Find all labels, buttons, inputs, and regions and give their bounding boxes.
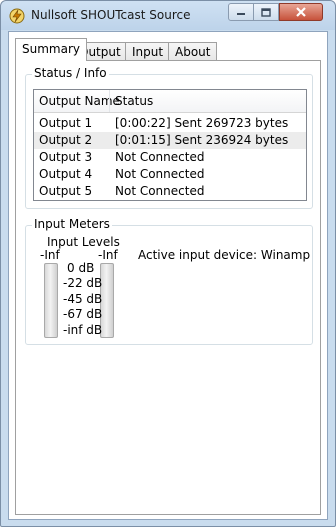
close-button[interactable] (279, 3, 323, 21)
input-meters-label: Input Meters (32, 217, 112, 231)
close-icon (296, 7, 306, 17)
maximize-icon (261, 7, 271, 17)
scale-label: -22 dB (63, 276, 103, 290)
list-header: Output Name Status (34, 90, 306, 113)
dialog-body: Summary Output Input About Status / Info… (8, 31, 328, 520)
output-name-cell: Output 5 (39, 184, 93, 198)
tab-input[interactable]: Input (125, 42, 171, 61)
output-name-cell: Output 3 (39, 150, 93, 164)
status-cell: Not Connected (115, 167, 205, 181)
status-cell: Not Connected (115, 184, 205, 198)
active-input-device: Active input device: Winamp (138, 248, 311, 262)
output-name-cell: Output 1 (39, 116, 93, 130)
output-status-list[interactable]: Output Name Status Output 1 [0:00:22] Se… (33, 89, 307, 201)
table-row[interactable]: Output 3 Not Connected (34, 149, 306, 166)
column-status[interactable]: Status (115, 94, 153, 108)
tab-summary[interactable]: Summary (15, 38, 87, 61)
app-window: Nullsoft SHOUTcast Source Summary Output… (0, 0, 336, 527)
table-row[interactable]: Output 5 Not Connected (34, 183, 306, 200)
table-row[interactable]: Output 4 Not Connected (34, 166, 306, 183)
scale-label: -inf dB (63, 323, 103, 337)
column-divider[interactable] (109, 90, 110, 112)
scale-label: 0 dB (67, 261, 95, 275)
minimize-button[interactable] (228, 3, 254, 21)
winamp-lightning-icon (9, 8, 25, 24)
left-level-value: -Inf (40, 248, 60, 262)
window-title: Nullsoft SHOUTcast Source (31, 8, 191, 22)
summary-panel: Status / Info Output Name Status Output … (15, 60, 321, 515)
left-level-meter (44, 263, 58, 338)
minimize-icon (237, 13, 245, 15)
status-cell: [0:01:15] Sent 236924 bytes (115, 133, 289, 147)
column-output-name[interactable]: Output Name (39, 94, 120, 108)
input-meters-group: Input Meters Input Levels -Inf -Inf 0 dB… (25, 217, 313, 345)
scale-label: -67 dB (63, 307, 103, 321)
scale-label: -45 dB (63, 292, 103, 306)
output-name-cell: Output 4 (39, 167, 93, 181)
status-info-group: Status / Info Output Name Status Output … (25, 66, 313, 209)
status-cell: [0:00:22] Sent 269723 bytes (115, 116, 289, 130)
input-levels-label: Input Levels (47, 235, 120, 249)
status-info-label: Status / Info (32, 66, 109, 80)
table-row[interactable]: Output 1 [0:00:22] Sent 269723 bytes (34, 115, 306, 132)
maximize-button[interactable] (254, 3, 279, 21)
output-name-cell: Output 2 (39, 133, 93, 147)
tab-about[interactable]: About (168, 42, 218, 61)
right-level-value: -Inf (98, 248, 118, 262)
status-cell: Not Connected (115, 150, 205, 164)
table-row[interactable]: Output 2 [0:01:15] Sent 236924 bytes (34, 132, 306, 149)
title-bar[interactable]: Nullsoft SHOUTcast Source (1, 1, 335, 30)
